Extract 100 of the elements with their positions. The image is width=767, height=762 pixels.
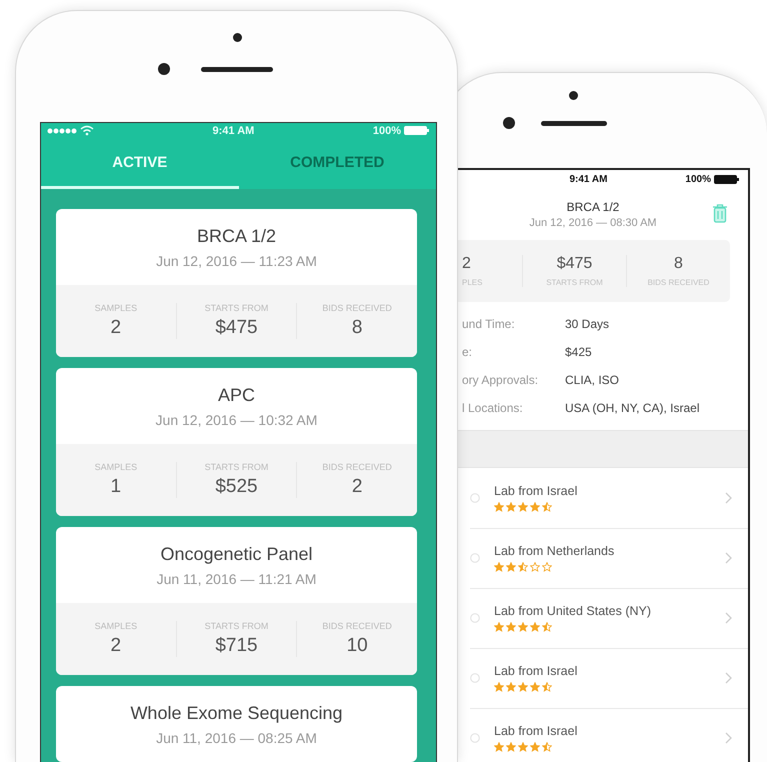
chevron-right-icon [725, 612, 732, 624]
stat-label: BIDS RECEIVED [322, 621, 392, 631]
half-star-icon [542, 622, 552, 632]
card-title: APC [218, 384, 255, 406]
detail-value: CLIA, ISO [565, 373, 620, 387]
star-icon [506, 502, 516, 512]
stat-value: $475 [556, 255, 592, 273]
star-icon [494, 682, 504, 692]
radio-circle-icon [470, 732, 480, 742]
stat-value: 8 [674, 255, 683, 273]
lab-name: Lab from United States (NY) [494, 604, 652, 618]
lab-name: Lab from Israel [494, 484, 578, 498]
detail-label: und Time: [462, 317, 516, 331]
half-star-icon [542, 742, 552, 752]
lab-row[interactable]: Lab from Israel [470, 648, 748, 708]
radio-circle-icon [470, 552, 480, 562]
speaker-icon [201, 67, 273, 72]
star-icon [530, 622, 540, 632]
star-icon [506, 742, 516, 752]
camera-icon [503, 117, 515, 129]
star-icon [494, 562, 504, 572]
card-title: Whole Exome Sequencing [130, 702, 343, 724]
stat-value: 2 [352, 476, 362, 498]
lab-name: Lab from Israel [494, 664, 578, 678]
lab-row[interactable]: Lab from United States (NY) [470, 588, 748, 648]
lab-row[interactable]: Lab from Israel [470, 708, 748, 762]
star-icon [506, 622, 516, 632]
signal-icon [47, 126, 77, 135]
lab-name: Lab from Israel [494, 724, 578, 738]
stat-value: 8 [352, 317, 362, 339]
star-icon [518, 622, 528, 632]
status-time: 9:41 AM [212, 124, 254, 137]
stat-label: SAMPLES [94, 621, 138, 631]
card-date: Jun 12, 2016 — 10:32 AM [156, 412, 318, 428]
camera-icon [158, 63, 170, 75]
detail-label: e: [462, 345, 474, 359]
card-title: Oncogenetic Panel [160, 544, 313, 564]
radio-circle-icon [470, 492, 480, 502]
star-icon [494, 502, 504, 512]
half-star-icon [518, 562, 528, 572]
sensor-dot-icon [233, 33, 242, 42]
card-date: Jun 12, 2016 — 11:23 AM [156, 252, 317, 268]
chevron-right-icon [725, 672, 732, 684]
stat-value: 1 [110, 476, 122, 498]
detail-title: BRCA 1/2 [566, 200, 620, 214]
stat-label: SAMPLES [94, 462, 138, 472]
battery-percent: 100% [685, 174, 711, 184]
star-icon [518, 682, 528, 692]
star-icon [494, 742, 504, 752]
star-icon [506, 562, 516, 572]
star-icon [530, 742, 540, 752]
lab-row[interactable]: Lab from Netherlands [470, 528, 748, 588]
star-icon [530, 682, 540, 692]
stat-value: 10 [346, 635, 368, 657]
detail-value: $425 [565, 345, 593, 359]
star-icon [506, 682, 516, 692]
stat-value: 2 [462, 255, 471, 273]
detail-value: USA (OH, NY, CA), Israel [565, 401, 700, 415]
status-time: 9:41 AM [569, 174, 608, 184]
request-card[interactable]: APC Jun 12, 2016 — 10:32 AM SAMPLES 1 STARTS FROM $525 BIDS RECEIVED 2 [56, 368, 417, 516]
detail-value: 30 Days [565, 317, 610, 331]
lab-row[interactable]: Lab from Israel [470, 468, 748, 528]
battery-icon [714, 174, 740, 184]
request-card[interactable]: BRCA 1/2 Jun 12, 2016 — 11:23 AM SAMPLES 2 STARTS FROM $475 BIDS RECEIVED 8 [56, 209, 417, 357]
star-icon [494, 622, 504, 632]
speaker-icon [541, 121, 607, 126]
chevron-right-icon [725, 492, 732, 504]
stat-label: STARTS FROM [204, 462, 268, 472]
chevron-right-icon [725, 732, 732, 744]
radio-circle-icon [470, 612, 480, 622]
card-date: Jun 11, 2016 — 11:21 AM [156, 570, 316, 586]
star-icon [518, 502, 528, 512]
star-icon [530, 502, 540, 512]
detail-label: l Locations: [462, 401, 524, 415]
lab-name: Lab from Netherlands [494, 544, 616, 558]
wifi-icon [80, 125, 94, 136]
card-date: Jun 11, 2016 — 08:25 AM [156, 730, 317, 746]
stat-label: STARTS FROM [204, 303, 268, 313]
half-star-icon [542, 502, 552, 512]
chevron-right-icon [725, 552, 732, 564]
stat-value: 2 [110, 317, 122, 339]
request-card[interactable]: Oncogenetic Panel Jun 11, 2016 — 11:21 AM SAMPLES 2 STARTS FROM $715 BIDS RECEIVED 10 [56, 527, 417, 675]
stat-label: BIDS RECEIVED [322, 462, 392, 472]
radio-circle-icon [470, 672, 480, 682]
stat-value: $715 [215, 635, 258, 657]
detail-date: Jun 12, 2016 — 08:30 AM [529, 216, 657, 228]
card-title: BRCA 1/2 [196, 226, 276, 246]
stat-value: $475 [215, 317, 258, 339]
empty-star-icon [542, 562, 552, 572]
empty-star-icon [530, 562, 540, 572]
stat-label: STARTS FROM [204, 621, 268, 631]
request-card[interactable]: Whole Exome Sequencing Jun 11, 2016 — 08:25 AM [56, 686, 417, 762]
detail-label: ory Approvals: [462, 373, 540, 387]
battery-percent: 100% [372, 124, 401, 137]
star-icon [518, 742, 528, 752]
sensor-dot-icon [569, 91, 578, 100]
trash-icon[interactable] [712, 204, 728, 223]
stat-value: $525 [215, 476, 258, 498]
half-star-icon [542, 682, 552, 692]
stat-label: BIDS RECEIVED [322, 303, 392, 313]
